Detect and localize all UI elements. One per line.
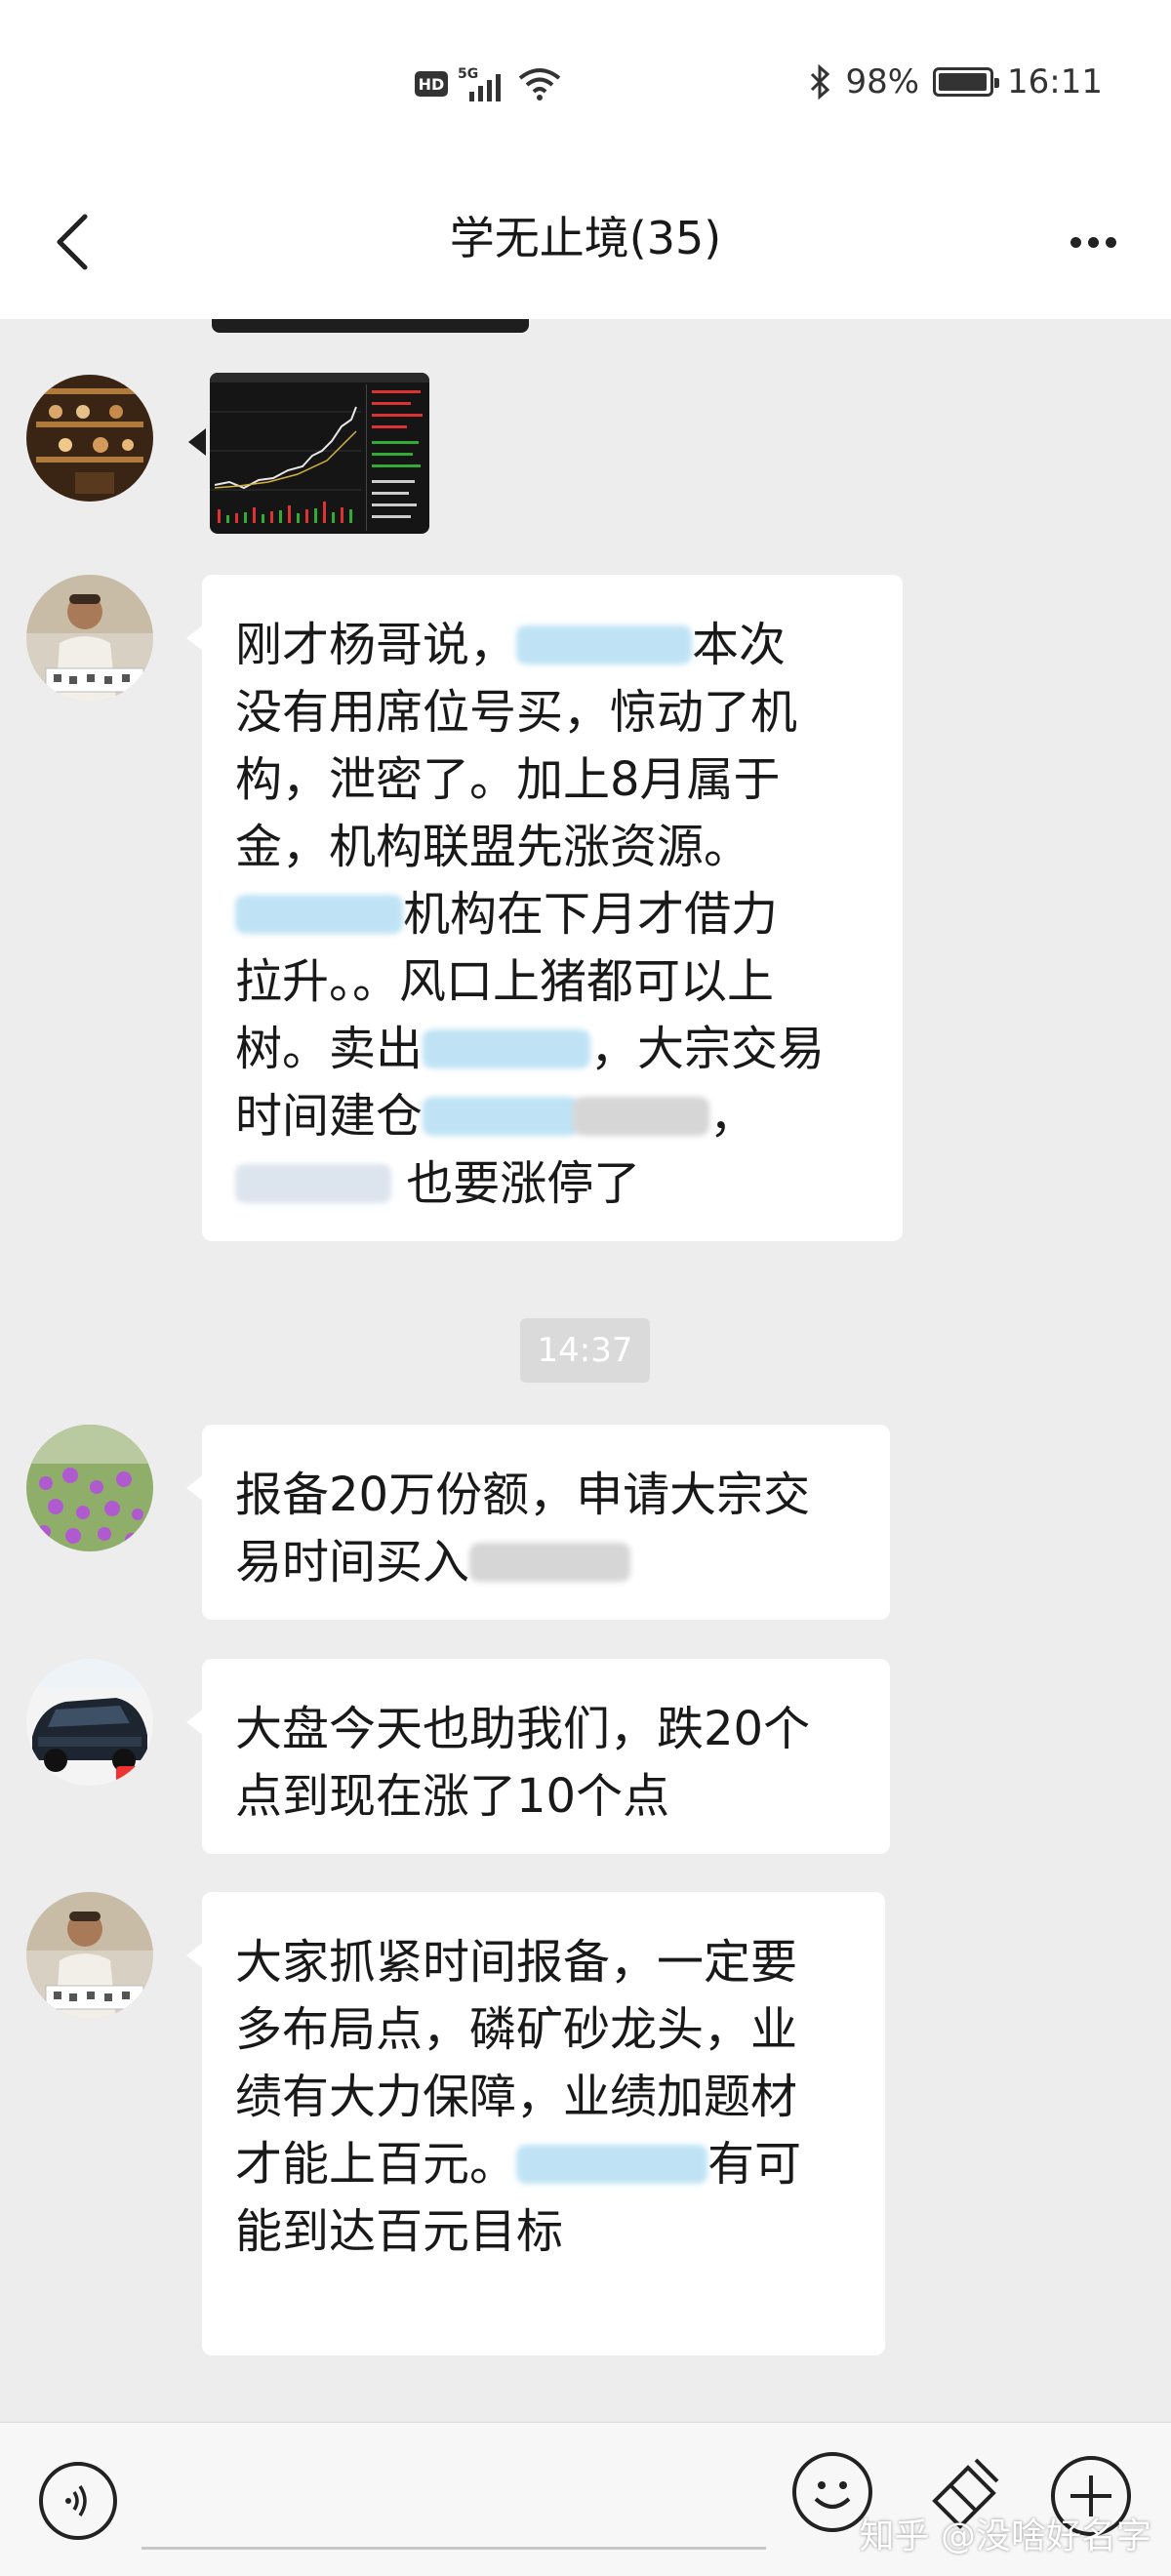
- message-line: 机构在下月才借力: [235, 881, 869, 948]
- redacted-text: [573, 1097, 710, 1136]
- redacted-text: [235, 895, 403, 934]
- message-line: 拉升。。风口上猪都可以上: [235, 954, 775, 1009]
- message-line: 点到现在涨了10个点: [235, 1769, 670, 1824]
- message-line: 也要涨停了: [235, 1150, 869, 1218]
- bluetooth-icon: [811, 64, 830, 100]
- timestamp: 14:37: [520, 1318, 650, 1383]
- battery-icon: [933, 67, 1000, 97]
- message-line: 绩有大力保障，业绩加题材: [235, 2070, 798, 2124]
- redacted-text: [423, 1029, 591, 1068]
- status-right: 98% 16:11: [810, 62, 1103, 101]
- image-message[interactable]: [210, 373, 429, 534]
- chat-list[interactable]: 刚才杨哥说， 本次 没有用席位号买，惊动了机 构，泄密了。加上8月属于 金，机构联…: [0, 319, 1171, 2422]
- voice-icon: [65, 2485, 87, 2516]
- avatar[interactable]: [26, 1892, 153, 2019]
- redacted-text: [235, 1164, 391, 1203]
- more-dot: [1105, 236, 1116, 248]
- avatar[interactable]: [26, 1425, 153, 1551]
- battery-percent: 98%: [845, 62, 920, 101]
- message-input[interactable]: [141, 2452, 766, 2550]
- wifi-icon: [518, 68, 561, 101]
- partial-image-message[interactable]: [212, 319, 529, 333]
- message-text: 刚才杨哥说， 本次 没有用席位号买，惊动了机 构，泄密了。加上8月属于 金，机构联…: [235, 612, 869, 1218]
- stock-chart-thumbnail: [210, 373, 429, 531]
- more-dot: [1087, 236, 1099, 248]
- battery-level: [939, 73, 988, 91]
- bubble-tail: [188, 428, 206, 456]
- redacted-text: [516, 2145, 708, 2184]
- message-line: 易时间买入: [235, 1529, 857, 1596]
- message-line: 多布局点，磷矿砂龙头，业: [235, 2002, 798, 2057]
- avatar[interactable]: [26, 375, 153, 502]
- status-bar: HD 5G 98% 16:11: [0, 0, 1171, 166]
- more-button[interactable]: [1054, 203, 1132, 281]
- redacted-text: [469, 1543, 631, 1582]
- signal-icon: 5G: [458, 66, 506, 101]
- chat-title: 学无止境(35): [449, 212, 722, 264]
- redacted-text: [516, 625, 693, 664]
- message-line: 才能上百元。 有可: [235, 2137, 802, 2192]
- network-indicators: HD 5G: [415, 66, 563, 101]
- message-line: 没有用席位号买，惊动了机: [235, 685, 798, 740]
- message-text: 大家抓紧时间报备，一定要 多布局点，磷矿砂龙头，业 绩有大力保障，业绩加题材 才…: [235, 1929, 852, 2266]
- chat-header: 学无止境(35): [0, 166, 1171, 319]
- more-dot: [1070, 236, 1081, 248]
- message-bubble[interactable]: 报备20万份额，申请大宗交 易时间买入: [202, 1425, 890, 1620]
- message-bubble[interactable]: 大盘今天也助我们，跌20个 点到现在涨了10个点: [202, 1659, 890, 1854]
- message-line: 树。卖出 ，大宗交易: [235, 1022, 826, 1076]
- message-line: 大家抓紧时间报备，一定要: [235, 1935, 798, 1990]
- message-line: 报备20万份额，申请大宗交: [235, 1468, 811, 1522]
- message-bubble[interactable]: 大家抓紧时间报备，一定要 多布局点，磷矿砂龙头，业 绩有大力保障，业绩加题材 才…: [202, 1892, 885, 2355]
- redacted-text: [423, 1097, 580, 1136]
- avatar[interactable]: [26, 575, 153, 702]
- message-line: 时间建仓，: [235, 1089, 757, 1144]
- hd-badge: HD: [415, 71, 448, 97]
- message-text: 报备20万份额，申请大宗交 易时间买入: [235, 1462, 857, 1596]
- message-line: 大盘今天也助我们，跌20个: [235, 1702, 811, 1756]
- message-text: 大盘今天也助我们，跌20个 点到现在涨了10个点: [235, 1696, 857, 1831]
- message-line: 金，机构联盟先涨资源。: [235, 820, 751, 874]
- voice-button[interactable]: [39, 2462, 117, 2540]
- message-line: 构，泄密了。加上8月属于: [235, 752, 781, 807]
- watermark: 知乎 @没啥好名字: [859, 2516, 1151, 2556]
- avatar[interactable]: [26, 1659, 153, 1786]
- message-line: 刚才杨哥说， 本次: [235, 618, 787, 672]
- emoji-icon: [814, 2481, 851, 2509]
- clock: 16:11: [1007, 62, 1103, 101]
- message-bubble[interactable]: 刚才杨哥说， 本次 没有用席位号买，惊动了机 构，泄密了。加上8月属于 金，机构联…: [202, 575, 903, 1241]
- message-line: 能到达百元目标: [235, 2204, 564, 2259]
